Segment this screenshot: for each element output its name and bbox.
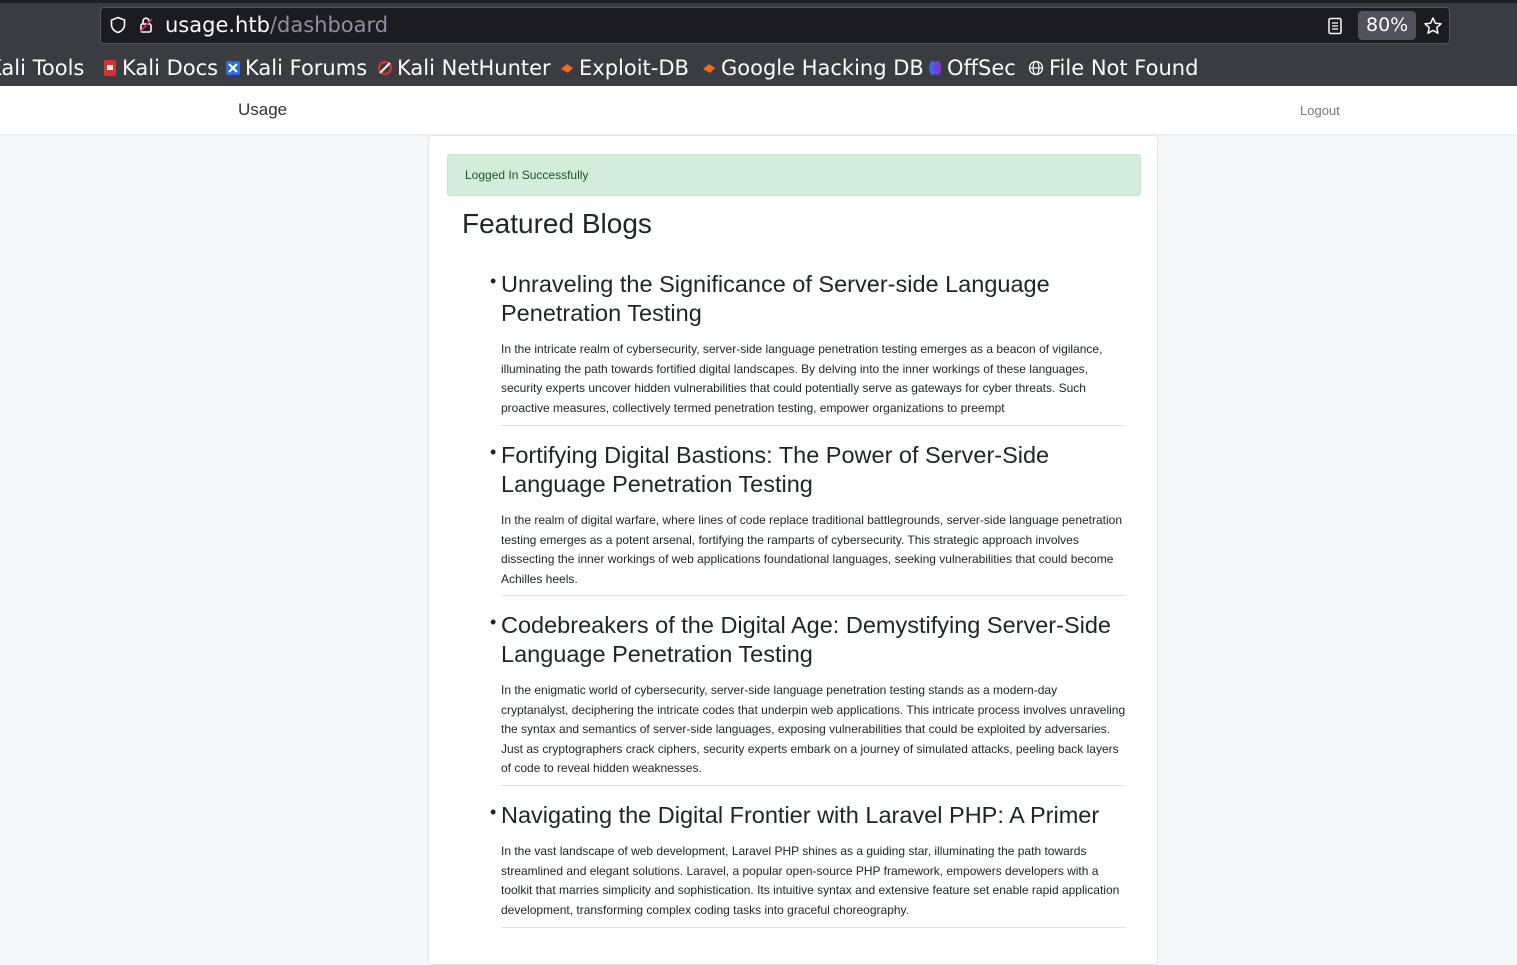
- offsec-icon: [929, 61, 941, 75]
- bookmark-google-hacking-db[interactable]: Google Hacking DB: [702, 51, 924, 85]
- bookmark-label: Google Hacking DB: [721, 56, 924, 80]
- bookmark-star-icon[interactable]: [1423, 16, 1443, 36]
- url-host: usage.htb: [165, 13, 270, 37]
- bullet-icon: •: [490, 612, 497, 632]
- blog-post: • Fortifying Digital Bastions: The Power…: [490, 441, 1126, 596]
- blog-post-title: Unraveling the Significance of Server-si…: [501, 271, 1050, 326]
- blog-post-body: In the intricate realm of cybersecurity,…: [501, 342, 1103, 415]
- bullet-icon: •: [490, 442, 497, 462]
- blog-post: • Unraveling the Significance of Server-…: [490, 270, 1126, 426]
- dashboard-card: Logged In Successfully Featured Blogs • …: [428, 135, 1158, 965]
- bookmark-file-not-found[interactable]: File Not Found: [1028, 51, 1198, 85]
- site-navbar: Usage Logout: [0, 86, 1517, 134]
- logout-link[interactable]: Logout: [1300, 103, 1340, 118]
- blog-post-body: In the vast landscape of web development…: [501, 844, 1120, 917]
- shield-icon[interactable]: [109, 16, 127, 34]
- blog-post: • Navigating the Digital Frontier with L…: [490, 801, 1126, 928]
- url-text[interactable]: usage.htb/dashboard: [165, 13, 388, 37]
- exploitdb-icon: [561, 64, 573, 73]
- bookmark-exploit-db[interactable]: Exploit-DB: [560, 51, 689, 85]
- browser-toolbar: usage.htb/dashboard 80% Kali Tools Kali …: [0, 0, 1517, 86]
- bookmark-label: Kali Docs: [122, 56, 219, 80]
- brand-link[interactable]: Usage: [238, 100, 287, 120]
- ghdb-icon: [703, 64, 715, 73]
- bookmark-label: Exploit-DB: [579, 56, 689, 80]
- insecure-lock-icon[interactable]: [137, 16, 155, 34]
- bookmark-offsec[interactable]: OffSec: [928, 51, 1016, 85]
- nethunter-icon: [378, 60, 392, 76]
- bookmark-kali-nethunter[interactable]: Kali NetHunter: [378, 51, 551, 85]
- blog-post: • Codebreakers of the Digital Age: Demys…: [490, 611, 1126, 786]
- bookmark-label: Kali Forums: [245, 56, 368, 80]
- bookmark-label: Kali Tools: [0, 56, 85, 80]
- featured-blogs-heading: Featured Blogs: [462, 208, 652, 239]
- kali-forums-icon: [226, 61, 240, 75]
- blog-post-title: Fortifying Digital Bastions: The Power o…: [501, 442, 1050, 497]
- bullet-icon: •: [490, 271, 497, 291]
- bullet-icon: •: [490, 802, 497, 822]
- reader-view-icon[interactable]: [1327, 17, 1343, 35]
- bookmark-label: OffSec: [947, 56, 1016, 80]
- blog-post-title: Codebreakers of the Digital Age: Demysti…: [501, 612, 1111, 667]
- url-path: /dashboard: [269, 13, 389, 37]
- address-bar[interactable]: usage.htb/dashboard 80%: [100, 7, 1450, 44]
- bookmark-kali-forums[interactable]: Kali Forums: [226, 51, 367, 85]
- blog-post-title: Navigating the Digital Frontier with Lar…: [501, 802, 1100, 828]
- globe-icon: [1028, 60, 1044, 76]
- success-alert: Logged In Successfully: [447, 154, 1141, 196]
- bookmark-label: Kali NetHunter: [397, 56, 551, 80]
- blog-post-body: In the realm of digital warfare, where l…: [501, 513, 1123, 586]
- bookmark-label: File Not Found: [1049, 56, 1199, 80]
- bookmark-kali-tools[interactable]: Kali Tools: [0, 51, 84, 85]
- blog-post-body: In the enigmatic world of cybersecurity,…: [501, 683, 1126, 776]
- kali-docs-icon: [104, 60, 116, 76]
- zoom-level-button[interactable]: 80%: [1358, 11, 1417, 40]
- bookmark-kali-docs[interactable]: Kali Docs: [103, 51, 218, 85]
